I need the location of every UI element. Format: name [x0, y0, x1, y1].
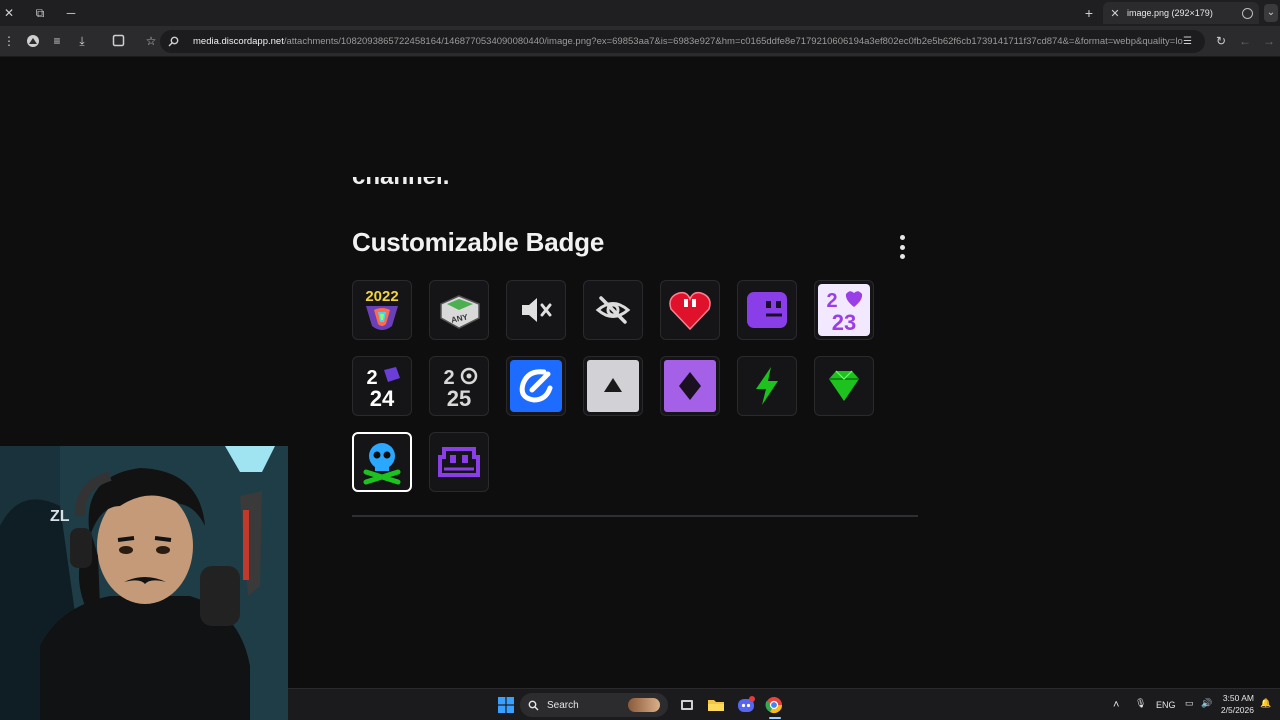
discord-icon[interactable]: [736, 695, 756, 715]
minimize-window-icon[interactable]: ─: [62, 4, 80, 22]
language-indicator[interactable]: ENG: [1156, 700, 1176, 710]
year-2023-badge-icon[interactable]: 2 23: [814, 280, 874, 340]
speaker-muted-badge-icon[interactable]: [506, 280, 566, 340]
chrome-icon[interactable]: [765, 695, 785, 719]
tab-close-icon[interactable]: ✕: [1109, 7, 1121, 20]
webcam-wall-tag: ZL: [50, 508, 70, 525]
tab-search-chevron-icon[interactable]: ⌄: [1264, 4, 1278, 22]
clock-time: 3:50 AM: [1222, 693, 1254, 703]
task-view-icon[interactable]: [679, 695, 695, 715]
year-2025-badge-icon[interactable]: 2 25: [429, 356, 489, 416]
diamond-badge-icon[interactable]: [660, 356, 720, 416]
windows-taskbar: Search ˄ 🎙 ENG ▭ 🔊 3:50 AM 2/5/2026 🔔: [288, 688, 1280, 720]
windows-start-icon[interactable]: [498, 695, 514, 715]
globe-icon: [1242, 7, 1253, 19]
forward-arrow-icon[interactable]: →: [1260, 32, 1278, 50]
reload-icon[interactable]: ↻: [1212, 32, 1230, 50]
site-settings-icon[interactable]: ☰: [1183, 36, 1197, 47]
blue-swoosh-badge-icon[interactable]: [506, 356, 566, 416]
volume-icon[interactable]: 🔊: [1201, 698, 1212, 709]
close-window-icon[interactable]: ✕: [0, 4, 18, 22]
notification-bell-icon[interactable]: 🔔: [1260, 698, 1271, 709]
cut-off-text: channel.: [352, 177, 449, 201]
section-title: Customizable Badge: [352, 227, 605, 257]
taskbar-search-label: Search: [547, 699, 579, 711]
bookmark-star-icon[interactable]: ☆: [142, 32, 160, 50]
search-icon: [168, 36, 179, 47]
clock-date: 2/5/2026: [1220, 705, 1254, 715]
keyboard-key-badge-icon[interactable]: ANY: [429, 280, 489, 340]
tab-title: image.png (292×179): [1127, 8, 1213, 18]
search-icon: [528, 700, 539, 710]
url-text: media.discordapp.net/attachments/1082093…: [193, 36, 1183, 47]
svg-text:24: 24: [370, 386, 395, 411]
browser-window: ✕ ⧉ ─ + ✕ image.png (292×179) ⌄ ⋮ ≡ ⤓ ☆ …: [0, 0, 1280, 720]
section-divider: [352, 515, 918, 517]
svg-text:2: 2: [826, 290, 837, 312]
triangle-badge-icon[interactable]: [583, 356, 643, 416]
reading-list-icon[interactable]: ≡: [48, 32, 66, 50]
svg-text:25: 25: [447, 386, 471, 411]
purple-face-badge-icon[interactable]: [737, 280, 797, 340]
streamer-avatar-illustration: [0, 446, 288, 720]
search-highlight-image: [628, 698, 660, 712]
tab-image-png[interactable]: ✕ image.png (292×179): [1103, 2, 1259, 24]
year-2022-badge-icon[interactable]: 2022: [352, 280, 412, 340]
heart-badge-icon[interactable]: [660, 280, 720, 340]
skull-badge-icon[interactable]: [352, 432, 412, 492]
title-bar: ✕ ⧉ ─ + ✕ image.png (292×179) ⌄: [0, 0, 1280, 26]
url-path: /attachments/1082093865722458164/1468770…: [283, 36, 1183, 47]
address-bar[interactable]: media.discordapp.net/attachments/1082093…: [160, 30, 1205, 53]
extensions-icon[interactable]: [109, 32, 127, 50]
gem-badge-icon[interactable]: [814, 356, 874, 416]
network-icon[interactable]: ▭: [1185, 698, 1194, 709]
active-app-indicator: [769, 717, 781, 719]
restore-window-icon[interactable]: ⧉: [31, 4, 49, 22]
profile-icon[interactable]: [24, 32, 42, 50]
menu-kebab-icon[interactable]: ⋮: [0, 32, 18, 50]
year-2024-badge-icon[interactable]: 2 24: [352, 356, 412, 416]
download-icon[interactable]: ⤓: [73, 32, 91, 50]
browser-toolbar: ⋮ ≡ ⤓ ☆ media.discordapp.net/attachments…: [0, 26, 1280, 57]
url-domain: media.discordapp.net: [193, 36, 284, 47]
webcam-overlay: ZL: [0, 446, 288, 720]
taskbar-search-box[interactable]: Search: [520, 693, 668, 717]
svg-text:23: 23: [832, 310, 856, 335]
svg-text:2022: 2022: [365, 288, 398, 305]
taskbar-clock[interactable]: 3:50 AM 2/5/2026: [1218, 692, 1254, 716]
back-arrow-icon[interactable]: ←: [1236, 32, 1254, 50]
microphone-icon[interactable]: 🎙: [1135, 698, 1146, 709]
eye-slash-badge-icon[interactable]: [583, 280, 643, 340]
lightning-bolt-badge-icon[interactable]: [737, 356, 797, 416]
file-explorer-icon[interactable]: [707, 695, 725, 715]
tray-overflow-chevron-icon[interactable]: ˄: [1113, 699, 1119, 711]
more-options-icon[interactable]: [893, 233, 911, 261]
new-tab-button[interactable]: +: [1082, 4, 1096, 22]
purple-glyph-badge-icon[interactable]: [429, 432, 489, 492]
